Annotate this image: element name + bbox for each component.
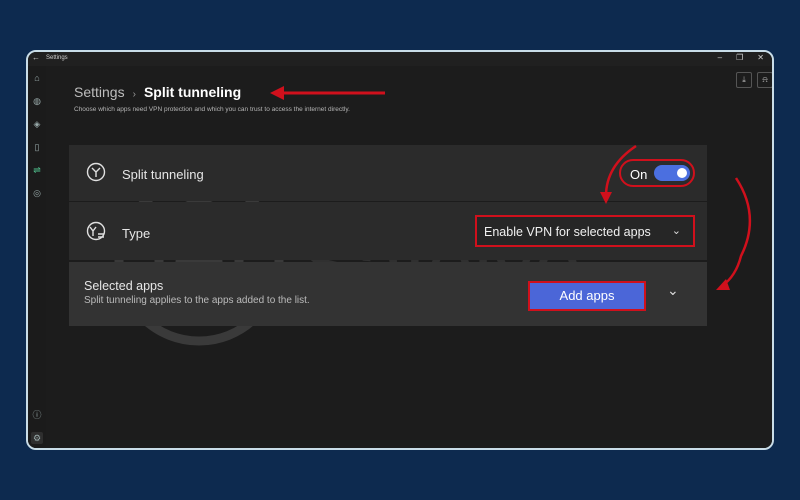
- selected-apps-row: Selected apps Split tunneling applies to…: [69, 262, 707, 326]
- breadcrumb: Settings › Split tunneling: [74, 84, 241, 100]
- shield-icon[interactable]: ◈: [31, 118, 43, 130]
- split-icon[interactable]: ⇌: [31, 164, 43, 176]
- settings-window: ← Settings – ❐ ✕ ⌂ ◍ ◈ ▯ ⇌ ◎ ⓘ ⚙ Setting…: [26, 50, 774, 450]
- toggle-state-label: On: [630, 167, 648, 182]
- close-icon[interactable]: ✕: [757, 53, 764, 62]
- annotation-arrowhead-2: [716, 279, 730, 290]
- file-icon[interactable]: ▯: [31, 141, 43, 153]
- vpn-mode-select[interactable]: Enable VPN for selected apps ⌄: [475, 215, 695, 247]
- window-controls: – ❐ ✕: [718, 53, 764, 62]
- minimize-icon[interactable]: –: [718, 53, 722, 62]
- selected-apps-description: Split tunneling applies to the apps adde…: [84, 295, 310, 306]
- add-apps-button[interactable]: Add apps: [528, 281, 646, 311]
- expand-chevron-icon[interactable]: ⌄: [667, 282, 679, 299]
- title-bar: ← Settings – ❐ ✕: [28, 52, 772, 66]
- annotation-arrow-curve-2: [721, 177, 752, 288]
- selected-apps-title: Selected apps: [84, 279, 164, 293]
- globe-icon[interactable]: ◍: [31, 95, 43, 107]
- notification-bell-icon[interactable]: ⍾: [757, 72, 772, 88]
- type-row: Type Enable VPN for selected apps ⌄: [69, 202, 707, 260]
- toggle-knob: [677, 168, 687, 178]
- settings-gear-icon[interactable]: ⚙: [31, 432, 43, 444]
- toggle-switch[interactable]: [654, 165, 690, 181]
- window-title: Settings: [46, 55, 68, 61]
- vpn-mode-value: Enable VPN for selected apps: [484, 225, 651, 239]
- page-subtitle: Choose which apps need VPN protection an…: [74, 106, 350, 113]
- page-title: Split tunneling: [143, 84, 242, 100]
- main-content: Settings › Split tunneling Choose which ap…: [46, 66, 772, 448]
- nav-rail: ⌂ ◍ ◈ ▯ ⇌ ◎ ⓘ ⚙: [28, 66, 46, 448]
- home-icon[interactable]: ⌂: [31, 72, 43, 84]
- breadcrumb-separator: ›: [132, 89, 136, 100]
- type-split-icon: [86, 221, 106, 241]
- split-tunneling-row: Split tunneling On: [69, 145, 707, 201]
- breadcrumb-parent[interactable]: Settings: [74, 84, 125, 100]
- split-tunneling-toggle[interactable]: On: [619, 159, 695, 187]
- chevron-down-icon: ⌄: [671, 225, 681, 237]
- annotation-arrowhead-left: [270, 86, 284, 100]
- target-icon[interactable]: ◎: [31, 187, 43, 199]
- type-label: Type: [122, 226, 151, 241]
- back-arrow-icon[interactable]: ←: [32, 54, 40, 62]
- download-icon[interactable]: ⤓: [736, 72, 752, 88]
- split-arrows-icon: [86, 162, 106, 182]
- maximize-icon[interactable]: ❐: [736, 53, 743, 62]
- split-tunneling-label: Split tunneling: [122, 167, 204, 182]
- info-icon[interactable]: ⓘ: [31, 409, 43, 421]
